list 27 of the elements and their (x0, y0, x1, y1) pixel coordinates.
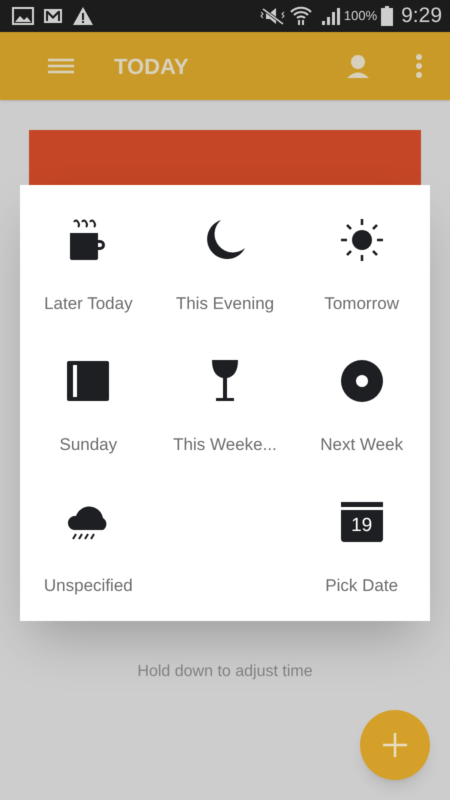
screen-title: TODAY (114, 52, 189, 80)
snooze-option[interactable]: This Evening (156, 195, 294, 336)
signal-icon (320, 7, 340, 25)
battery-percentage: 100% (344, 7, 378, 26)
mail-icon (42, 7, 64, 25)
notebook-icon (66, 359, 110, 403)
clock: 9:29 (401, 3, 442, 30)
more-icon[interactable] (416, 54, 422, 78)
snooze-option[interactable]: Later Today (20, 195, 157, 336)
image-icon (12, 7, 34, 25)
snooze-option[interactable]: This Weeke... (156, 336, 294, 477)
wine-glass-icon (210, 359, 240, 403)
battery-icon (381, 6, 394, 26)
snooze-option[interactable]: Unspecified (20, 477, 157, 618)
person-icon[interactable] (346, 54, 370, 78)
sun-icon (340, 218, 384, 262)
disc-icon (340, 359, 384, 403)
warning-icon (72, 6, 94, 26)
menu-icon[interactable] (48, 58, 74, 74)
snooze-option[interactable]: Sunday (20, 336, 157, 477)
plus-icon (383, 733, 407, 757)
wifi-icon (290, 6, 312, 26)
hint-text: Hold down to adjust time (136, 662, 314, 682)
snooze-option[interactable]: 19 Pick Date (293, 477, 430, 618)
mute-icon (260, 6, 286, 26)
snooze-option[interactable]: Next Week (293, 336, 430, 477)
snooze-option[interactable]: Tomorrow (293, 195, 430, 336)
